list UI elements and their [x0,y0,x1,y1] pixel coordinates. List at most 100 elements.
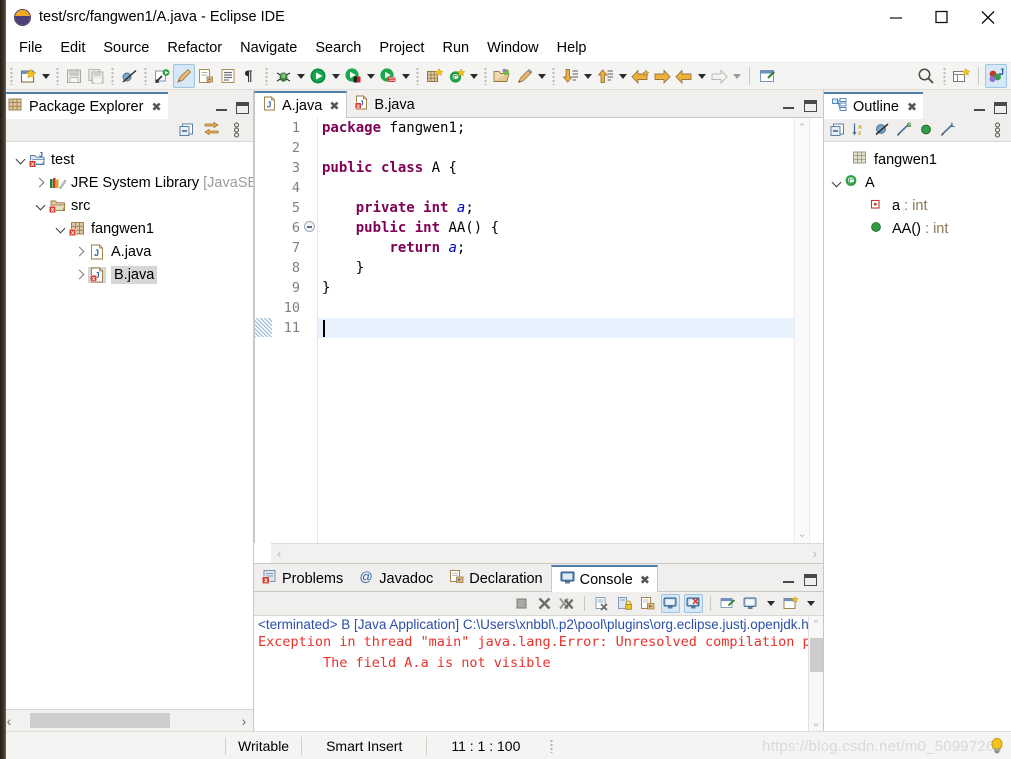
debug-icon[interactable] [272,64,294,88]
scroll-right-arrow[interactable]: › [235,713,253,729]
remove-launch-icon[interactable] [535,594,554,613]
open-type-icon[interactable] [491,64,513,88]
pin-console-icon[interactable] [684,594,703,613]
hide-fields-icon[interactable] [873,121,890,138]
tree-row-b-java[interactable]: Jx B.java [0,263,253,286]
show-whitespace-icon[interactable] [217,64,239,88]
new-java-project-icon[interactable] [151,64,173,88]
clear-console-icon[interactable] [592,594,611,613]
hide-nonpublic-icon[interactable] [917,121,934,138]
close-icon[interactable]: ✖ [640,574,650,586]
expand-toggle[interactable] [832,175,841,191]
next-annotation-dropdown-arrow[interactable] [581,64,594,88]
outline-tree[interactable]: fangwen1 C A a : int AA(): int [824,142,1011,731]
pencil-icon[interactable] [513,64,535,88]
open-perspective-icon[interactable] [950,64,972,88]
menu-window[interactable]: Window [478,38,548,58]
package-explorer-hscrollbar[interactable]: ‹ › [0,709,253,731]
scroll-down-arrow[interactable]: ⌄ [811,716,820,729]
previous-annotation-dropdown-arrow[interactable] [616,64,629,88]
expand-toggle[interactable] [12,155,28,164]
outline-row-field-a[interactable]: a : int [824,194,1011,217]
forward-icon[interactable] [651,64,673,88]
close-button[interactable] [965,0,1011,34]
link-with-editor-icon[interactable] [203,121,220,138]
editor-vscrollbar[interactable]: ⌃ ⌄ [794,118,809,543]
tab-declaration[interactable]: Declaration [441,565,550,592]
show-console-icon[interactable] [661,594,680,613]
tab-problems[interactable]: x Problems [254,565,351,592]
menu-refactor[interactable]: Refactor [158,38,231,58]
scroll-lock-icon[interactable] [615,594,634,613]
scroll-down-arrow[interactable]: ⌄ [797,527,806,540]
save-icon[interactable] [63,64,85,88]
skip-breakpoints-icon[interactable] [118,64,140,88]
tree-row-src[interactable]: x src [0,194,253,217]
minimize-view-icon[interactable] [974,104,985,113]
maximize-view-icon[interactable] [236,102,249,114]
outline-row-class-a[interactable]: C A [824,171,1011,194]
maximize-view-icon[interactable] [804,574,817,586]
debug-dropdown-arrow[interactable] [294,64,307,88]
expand-toggle[interactable] [32,178,48,187]
back-icon[interactable] [629,64,651,88]
word-wrap-icon[interactable] [638,594,657,613]
open-console-icon[interactable] [781,594,800,613]
code-text-area[interactable]: package fangwen1; public class A { priva… [318,118,794,543]
run-dropdown-arrow[interactable] [329,64,342,88]
hide-static-icon[interactable]: S [895,121,912,138]
fold-collapse-icon[interactable] [304,221,315,232]
outline-row-method-aa[interactable]: AA() : int [824,217,1011,240]
maximize-button[interactable] [919,0,965,34]
menu-run[interactable]: Run [433,38,478,58]
tree-row-test[interactable]: Jx test [0,148,253,171]
minimize-view-icon[interactable] [216,104,227,113]
new-class-dropdown-arrow[interactable] [467,64,480,88]
menu-search[interactable]: Search [306,38,370,58]
view-menu-icon[interactable] [228,121,245,138]
hscroll-track[interactable] [18,710,235,731]
display-console-dropdown-arrow[interactable] [764,592,777,616]
new-wizard-dropdown-arrow[interactable] [39,64,52,88]
next-annotation-icon[interactable] [559,64,581,88]
last-edit-icon[interactable] [673,64,695,88]
view-menu-icon[interactable] [989,121,1006,138]
maximize-view-icon[interactable] [804,100,817,112]
new-package-icon[interactable] [423,64,445,88]
scroll-right-arrow[interactable]: › [813,546,817,561]
terminate-icon[interactable] [512,594,531,613]
coverage-dropdown-arrow[interactable] [364,64,377,88]
forward-nav-icon[interactable] [708,64,730,88]
tab-javadoc[interactable]: @ Javadoc [351,565,441,592]
tab-console[interactable]: Console ✖ [550,565,658,592]
coverage-icon[interactable] [342,64,364,88]
quick-fix-bulb-icon[interactable] [989,737,1005,755]
editor-overview-ruler[interactable] [809,118,823,543]
close-icon[interactable]: ✖ [907,101,917,113]
maximize-view-icon[interactable] [994,102,1007,114]
last-edit-dropdown-arrow[interactable] [695,64,708,88]
previous-annotation-icon[interactable] [594,64,616,88]
run-icon[interactable] [307,64,329,88]
collapse-all-icon[interactable] [829,121,846,138]
expand-toggle[interactable] [32,201,48,210]
sort-icon[interactable]: az [851,121,868,138]
close-icon[interactable]: ✖ [151,101,161,113]
toggle-markoccurrences-icon[interactable] [173,64,195,88]
profile-dropdown-arrow[interactable] [399,64,412,88]
scroll-left-arrow[interactable]: ‹ [277,546,281,561]
menu-edit[interactable]: Edit [51,38,94,58]
minimize-view-icon[interactable] [783,576,794,585]
profile-icon[interactable] [377,64,399,88]
open-console-dropdown-arrow[interactable] [804,592,817,616]
scroll-up-arrow[interactable]: ⌃ [811,618,820,631]
expand-toggle[interactable] [72,270,88,279]
pilcrow-icon[interactable]: ¶ [239,64,261,88]
external-tools-icon[interactable] [756,64,778,88]
scroll-up-arrow[interactable]: ⌃ [797,121,806,134]
menu-file[interactable]: File [10,38,51,58]
console-vscroll-thumb[interactable] [810,638,823,672]
outline-row-fangwen1[interactable]: fangwen1 [824,148,1011,171]
collapse-all-icon[interactable] [178,121,195,138]
project-tree[interactable]: Jx test JRE System Library [JavaSE x src… [0,142,253,709]
